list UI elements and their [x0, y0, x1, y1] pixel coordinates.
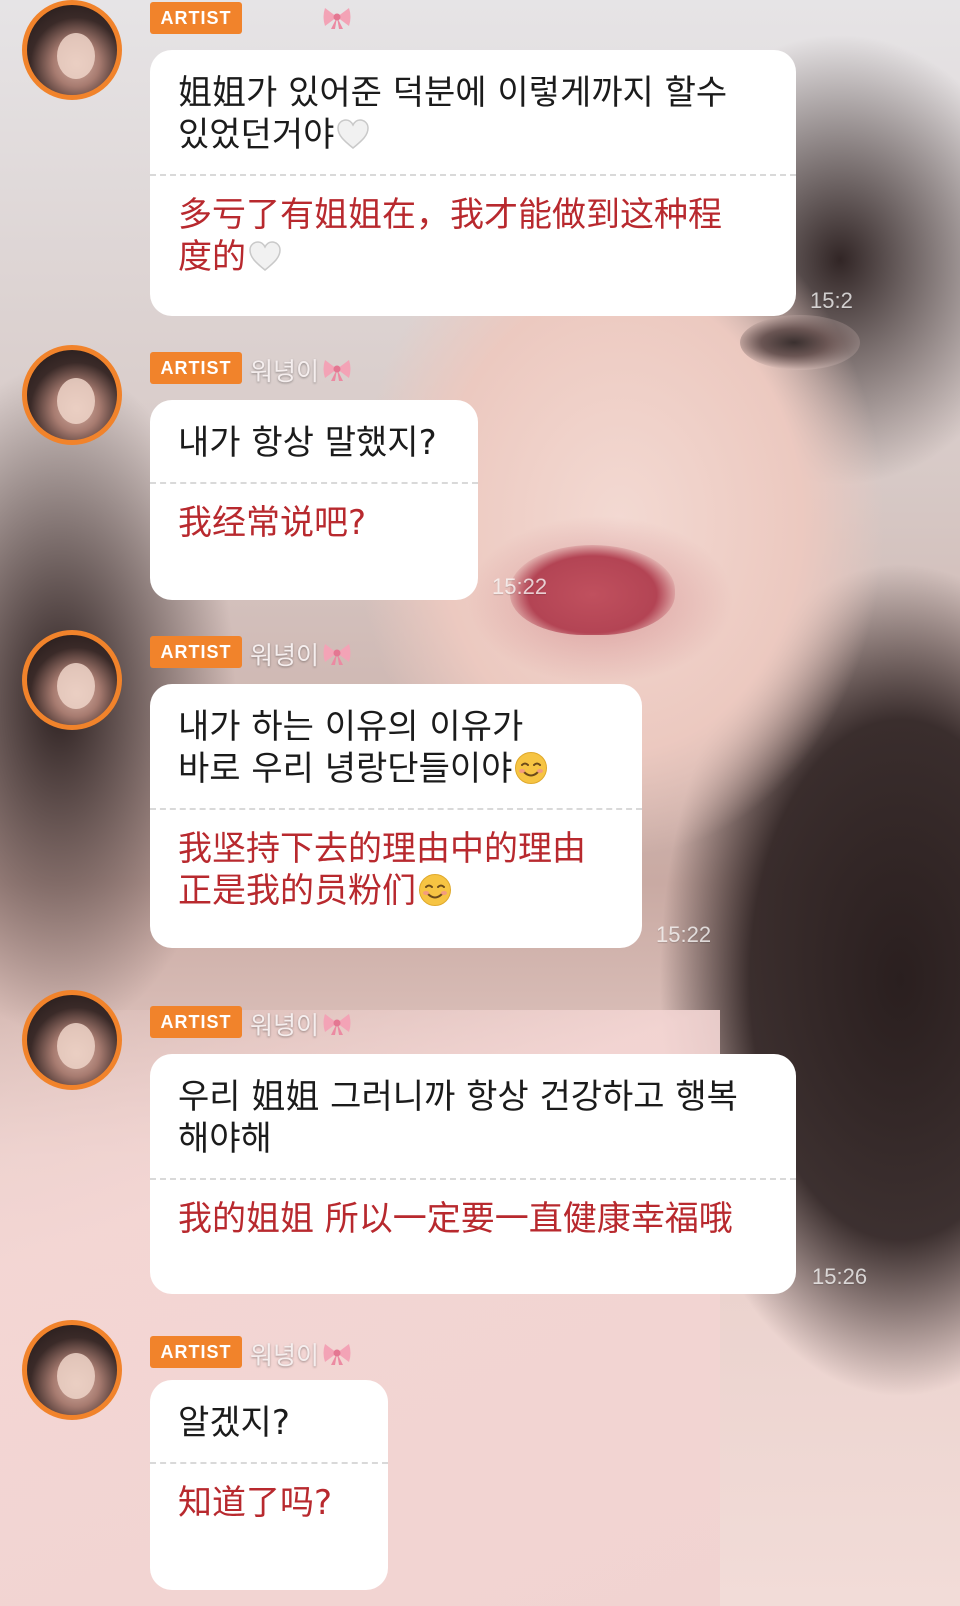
message-bubble[interactable]: 알겠지? 知道了吗? [150, 1380, 388, 1590]
message-timestamp: 15:26 [812, 1264, 868, 1289]
translation-divider [150, 174, 796, 176]
ribbon-bow-icon [323, 1344, 351, 1365]
artist-badge: ARTIST [150, 2, 242, 34]
artist-badge: ARTIST [150, 1336, 242, 1368]
message-text-translation: 我经常说吧? [178, 503, 367, 543]
message-timestamp: 15:22 [656, 922, 712, 947]
message-text-translation: 我坚持下去的理由中的理由 正是我的员粉们 [178, 828, 612, 912]
message-text-translation: 我的姐姐 所以一定要一直健康幸福哦 [178, 1199, 733, 1239]
avatar[interactable] [22, 630, 122, 730]
ribbon-bow-icon [323, 644, 351, 665]
smiling-blush-emoji-icon [515, 752, 548, 784]
chat-thread[interactable]: ARTIST 姐姐가 있어준 덕분에 이렇게까지 할수 있었던거야 多亏了有姐姐… [0, 0, 960, 1606]
message-timestamp: 15:22 [492, 574, 548, 599]
translation-divider [150, 1178, 796, 1180]
ribbon-bow-icon [323, 360, 351, 381]
message-text-korean: 姐姐가 있어준 덕분에 이렇게까지 할수 있었던거야 [178, 72, 766, 156]
artist-badge: ARTIST [150, 636, 242, 668]
white-heart-icon [337, 119, 370, 149]
message-bubble[interactable]: 내가 항상 말했지? 我经常说吧? [150, 400, 478, 600]
smiling-blush-emoji-icon [419, 874, 451, 906]
translation-divider [150, 808, 642, 810]
avatar[interactable] [22, 345, 122, 445]
ribbon-bow-icon [323, 8, 351, 29]
translation-text: 我坚持下去的理由中的理由 正是我的员粉们 [178, 829, 586, 911]
korean-text: 姐姐가 있어준 덕분에 이렇게까지 할수 있었던거야 [178, 73, 728, 155]
avatar[interactable] [22, 990, 122, 1090]
avatar[interactable] [22, 1320, 122, 1420]
message-text-korean: 우리 姐姐 그러니까 항상 건강하고 행복 해야해 [178, 1077, 738, 1159]
message-text-translation: 知道了吗? [178, 1483, 333, 1523]
translation-divider [150, 482, 478, 484]
white-heart-icon [249, 241, 281, 271]
translation-divider [150, 1462, 388, 1464]
message-text-korean: 내가 하는 이유의 이유가 바로 우리 녕랑단들이야 [178, 706, 612, 790]
sender-name: 워녕이 [250, 1341, 320, 1370]
artist-badge: ARTIST [150, 352, 242, 384]
ribbon-bow-icon [323, 1014, 351, 1035]
message-text-korean: 내가 항상 말했지? [178, 423, 437, 463]
artist-badge: ARTIST [150, 1006, 242, 1038]
message-bubble[interactable]: 내가 하는 이유의 이유가 바로 우리 녕랑단들이야 我坚持下去的理由中的理由 … [150, 684, 642, 948]
sender-name: 워녕이 [250, 357, 320, 386]
message-text-korean: 알겠지? [178, 1403, 290, 1443]
message-timestamp: 15:2 [810, 288, 853, 313]
korean-text: 내가 하는 이유의 이유가 바로 우리 녕랑단들이야 [178, 707, 524, 789]
message-bubble[interactable]: 姐姐가 있어준 덕분에 이렇게까지 할수 있었던거야 多亏了有姐姐在，我才能做到… [150, 50, 796, 316]
message-bubble[interactable]: 우리 姐姐 그러니까 항상 건강하고 행복 해야해 我的姐姐 所以一定要一直健康… [150, 1054, 796, 1294]
sender-name: 워녕이 [250, 641, 320, 670]
message-text-translation: 多亏了有姐姐在，我才能做到这种程 度的 [178, 194, 766, 278]
avatar[interactable] [22, 0, 122, 100]
sender-name: 워녕이 [250, 1011, 320, 1040]
